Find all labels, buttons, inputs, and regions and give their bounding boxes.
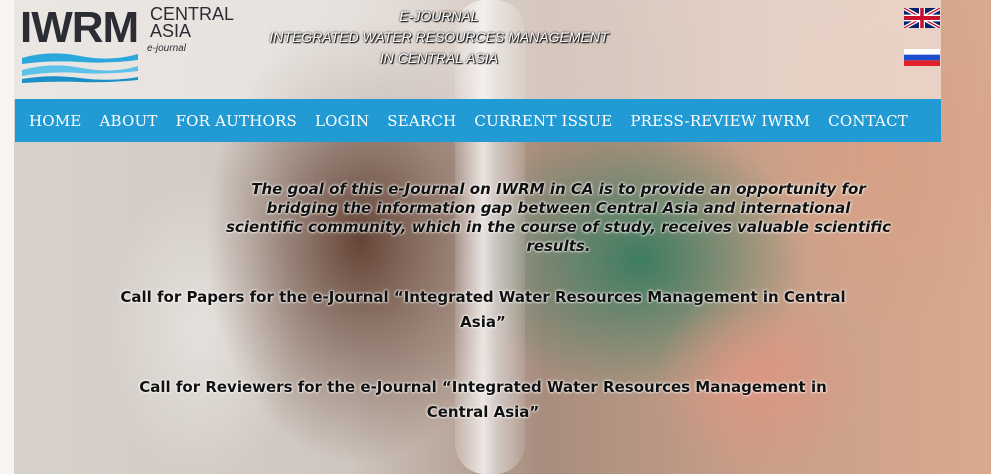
journal-title: E-Journal Integrated Water Resources Man… — [244, 6, 634, 69]
call-for-papers-link[interactable]: Call for Papers for the e-Journal “Integ… — [113, 285, 853, 335]
nav-press-review[interactable]: PRESS-REVIEW IWRM — [630, 112, 810, 130]
russia-flag-icon[interactable] — [904, 49, 940, 66]
page-left-margin — [0, 0, 14, 474]
journal-title-line1: E-Journal — [399, 8, 479, 24]
uk-flag-icon[interactable] — [904, 8, 940, 28]
journal-goal-text: The goal of this e-Journal on IWRM in CA… — [226, 180, 891, 255]
nav-home[interactable]: HOME — [29, 112, 82, 130]
nav-about[interactable]: ABOUT — [100, 112, 158, 130]
nav-for-authors[interactable]: FOR AUTHORS — [176, 112, 297, 130]
nav-current-issue[interactable]: CURRENT ISSUE — [474, 112, 612, 130]
main-navigation: HOME ABOUT FOR AUTHORS LOGIN SEARCH CURR… — [15, 99, 941, 142]
journal-title-line2: Integrated Water Resources Management — [269, 29, 609, 45]
water-waves-icon — [22, 53, 138, 83]
logo-region-text: CENTRAL ASIA — [150, 5, 234, 41]
nav-search[interactable]: SEARCH — [387, 112, 456, 130]
logo-iwrm-text: IWRM — [20, 3, 139, 52]
logo-ejournal-text: e-journal — [147, 43, 186, 54]
nav-contact[interactable]: CONTACT — [828, 112, 908, 130]
logo-line-asia: ASIA — [150, 21, 192, 41]
site-logo[interactable]: IWRM CENTRAL ASIA e-journal — [20, 3, 235, 86]
call-for-reviewers-link[interactable]: Call for Reviewers for the e-Journal “In… — [113, 375, 853, 425]
nav-login[interactable]: LOGIN — [315, 112, 369, 130]
journal-title-line3: in Central Asia — [379, 50, 499, 66]
